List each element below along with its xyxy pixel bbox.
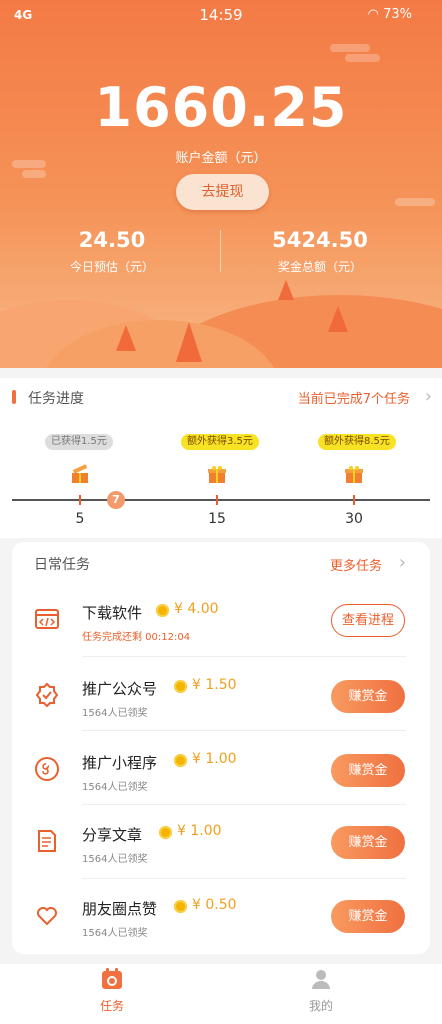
task-name: 推广公众号 (82, 680, 158, 698)
gift-open-icon (72, 464, 88, 483)
daily-tasks-card: 日常任务 更多任务 › 下载软件 ¥ 4.00 任务完成还剩 00:12:04 … (12, 542, 430, 954)
task-name: 下载软件 (82, 604, 143, 622)
row-divider (82, 804, 406, 805)
battery-level: ◠ 73% (367, 7, 412, 22)
task-claimed-count: 1564人已领奖 (82, 708, 148, 719)
task-reward: ¥ 0.50 (192, 897, 237, 913)
task-reward: ¥ 4.00 (174, 601, 219, 617)
header-banner: 4G 14:59 ◠ 73% 1660.25 账户金额（元） 去提现 24.50… (0, 0, 442, 368)
task-row: 朋友圈点赞 ¥ 0.50 1564人已领奖 赚赏金 (12, 896, 430, 968)
code-window-icon (35, 609, 59, 629)
milestone-count: 5 (75, 511, 85, 527)
milestone-bubble: 已获得1.5元 (45, 434, 113, 450)
section-title: 任务进度 (12, 388, 84, 408)
chevron-right-icon[interactable]: › (399, 552, 406, 573)
milestone-tick (79, 495, 81, 505)
task-name: 推广小程序 (82, 754, 158, 772)
gift-icon (208, 466, 226, 483)
progress-timeline (12, 499, 430, 501)
row-divider (82, 656, 406, 657)
milestone-tick (353, 495, 355, 505)
earn-bounty-button[interactable]: 赚赏金 (331, 754, 405, 787)
chevron-right-icon[interactable]: › (425, 386, 432, 407)
withdraw-button[interactable]: 去提现 (176, 174, 269, 210)
milestone-tick (216, 495, 218, 505)
cloud-decoration (22, 170, 46, 178)
completed-count-link[interactable]: 当前已完成7个任务 (298, 388, 410, 407)
cloud-decoration (330, 44, 370, 52)
coin-icon (174, 900, 187, 913)
current-progress-marker: 7 (107, 491, 125, 509)
task-reward: ¥ 1.50 (192, 677, 237, 693)
more-tasks-link[interactable]: 更多任务 (330, 555, 382, 574)
earn-bounty-button[interactable]: 赚赏金 (331, 680, 405, 713)
coin-icon (156, 604, 169, 617)
tree-decoration (278, 280, 294, 300)
earn-bounty-button[interactable]: 赚赏金 (331, 826, 405, 859)
task-claimed-count: 1564人已领奖 (82, 854, 148, 865)
task-reward: ¥ 1.00 (177, 823, 222, 839)
row-divider (82, 730, 406, 731)
tab-tasks-label: 任务 (99, 999, 124, 1013)
today-estimate-value: 24.50 (78, 228, 146, 252)
status-bar: 4G 14:59 ◠ 73% (0, 0, 442, 32)
row-divider (82, 878, 406, 879)
document-icon (38, 830, 56, 852)
task-countdown: 任务完成还剩 00:12:04 (82, 632, 191, 643)
tree-decoration (328, 306, 348, 332)
cloud-decoration (395, 198, 435, 206)
task-name: 朋友圈点赞 (82, 900, 158, 918)
coin-icon (174, 680, 187, 693)
earn-bounty-button[interactable]: 赚赏金 (331, 900, 405, 933)
task-row: 推广小程序 ¥ 1.00 1564人已领奖 赚赏金 (12, 750, 430, 822)
account-balance-label: 账户金额（元） (175, 151, 267, 166)
task-calendar-icon (102, 968, 122, 989)
account-balance: 1660.25 (94, 76, 348, 139)
task-claimed-count: 1564人已领奖 (82, 928, 148, 939)
tree-decoration (176, 322, 202, 362)
coin-icon (174, 754, 187, 767)
mini-program-icon (35, 757, 59, 781)
gift-icon (345, 466, 363, 483)
milestone-count: 15 (208, 511, 226, 527)
wifi-icon: ◠ (367, 7, 384, 22)
tree-decoration (116, 325, 136, 351)
today-estimate: 24.50 今日预估（元） (12, 228, 212, 275)
milestone-count: 30 (345, 511, 363, 527)
today-estimate-label: 今日预估（元） (69, 260, 154, 274)
view-progress-button[interactable]: 查看进程 (331, 604, 405, 637)
task-row: 下载软件 ¥ 4.00 任务完成还剩 00:12:04 查看进程 (12, 600, 430, 672)
bottom-tab-bar: 任务 我的 (0, 964, 442, 1024)
tab-tasks[interactable]: 任务 (72, 968, 152, 1014)
coin-icon (159, 826, 172, 839)
tab-mine[interactable]: 我的 (281, 968, 361, 1014)
milestone-bubble: 额外获得3.5元 (181, 434, 259, 450)
task-name: 分享文章 (82, 826, 143, 844)
bonus-total: 5424.50 奖金总额（元） (220, 228, 420, 275)
bonus-total-value: 5424.50 (272, 228, 368, 252)
daily-tasks-title: 日常任务 (34, 557, 90, 573)
task-row: 分享文章 ¥ 1.00 1564人已领奖 赚赏金 (12, 822, 430, 894)
milestone-bubble: 额外获得8.5元 (318, 434, 396, 450)
tab-mine-label: 我的 (308, 999, 333, 1013)
cloud-decoration (345, 54, 380, 62)
verified-badge-icon (35, 682, 59, 708)
bonus-total-label: 奖金总额（元） (277, 260, 362, 274)
task-reward: ¥ 1.00 (192, 751, 237, 767)
task-claimed-count: 1564人已领奖 (82, 782, 148, 793)
heart-icon (37, 907, 57, 926)
task-row: 推广公众号 ¥ 1.50 1564人已领奖 赚赏金 (12, 676, 430, 748)
user-icon (312, 970, 330, 989)
